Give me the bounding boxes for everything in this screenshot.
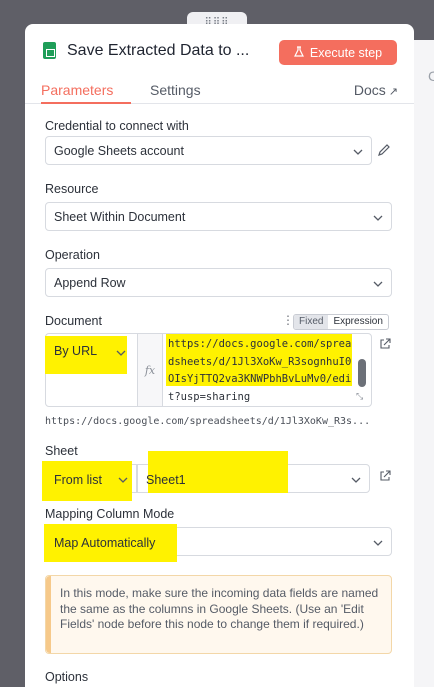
operation-label: Operation [45,248,100,262]
resource-value: Sheet Within Document [54,210,186,224]
active-tab-indicator [41,102,131,104]
document-mode-select[interactable]: By URL [45,334,138,406]
chevron-down-icon [116,345,126,363]
url-scrollbar[interactable] [358,359,366,387]
tab-parameters[interactable]: Parameters [41,82,113,98]
credential-value: Google Sheets account [54,144,184,158]
document-url-input[interactable]: https://docs.google.com/spreadsheets/d/1… [168,336,354,404]
resource-select[interactable]: Sheet Within Document [45,202,392,231]
node-title[interactable]: Save Extracted Data to ... [67,42,249,60]
notice-accent-bar [46,576,51,653]
fx-icon: fx [138,334,163,406]
docs-link[interactable]: Docs ↗ [354,82,398,98]
sheet-mode-select[interactable]: From list [42,461,137,501]
flask-icon [293,45,304,60]
document-field: By URL fx https://docs.google.com/spread… [45,333,372,407]
external-link-icon[interactable] [379,337,391,355]
mapping-value: Map Automatically [54,536,156,550]
sheet-mode-value: From list [54,473,102,487]
sheet-value: Sheet1 [146,473,186,487]
google-sheets-icon [43,42,56,59]
panel-header: Save Extracted Data to ... Execute step [25,24,414,80]
canvas-glyph: C [428,68,434,84]
chevron-down-icon [351,472,361,483]
tab-settings[interactable]: Settings [150,82,201,98]
mapping-select[interactable]: Map Automatically [44,524,392,562]
expression-option[interactable]: Expression [328,315,387,329]
document-mode-value: By URL [54,344,98,358]
document-label: Document [45,314,102,328]
resource-label: Resource [45,182,99,196]
docs-label: Docs [353,82,386,98]
mapping-notice: In this mode, make sure the incoming dat… [45,575,392,654]
external-link-icon: ↗ [388,86,398,98]
fixed-expression-toggle[interactable]: Fixed Expression [293,314,389,330]
credential-label: Credential to connect with [45,119,189,133]
execute-step-button[interactable]: Execute step [279,40,397,65]
chevron-down-icon [373,210,383,221]
external-link-icon[interactable] [379,469,391,487]
chevron-down-icon [373,535,383,546]
panel-tabs: Parameters Settings Docs ↗ [25,80,414,104]
resize-icon[interactable]: ⤡ [356,391,363,402]
chevron-down-icon [118,472,128,483]
notice-text: In this mode, make sure the incoming dat… [60,586,379,631]
execute-step-label: Execute step [309,45,383,60]
node-settings-panel: Save Extracted Data to ... Execute step … [25,24,414,687]
credential-select[interactable]: Google Sheets account [45,136,372,165]
mapping-label: Mapping Column Mode [45,507,175,521]
operation-value: Append Row [54,276,126,290]
chevron-down-icon [373,276,383,287]
options-label: Options [45,670,89,684]
chevron-down-icon [353,144,363,155]
canvas-background [414,40,434,687]
operation-select[interactable]: Append Row [45,268,392,297]
sheet-label: Sheet [45,444,78,458]
fixed-option[interactable]: Fixed [294,315,329,329]
document-url-preview: https://docs.google.com/spreadsheets/d/1… [45,416,371,427]
pencil-icon[interactable] [377,143,391,162]
sheet-select[interactable]: Sheet1 [137,451,370,493]
